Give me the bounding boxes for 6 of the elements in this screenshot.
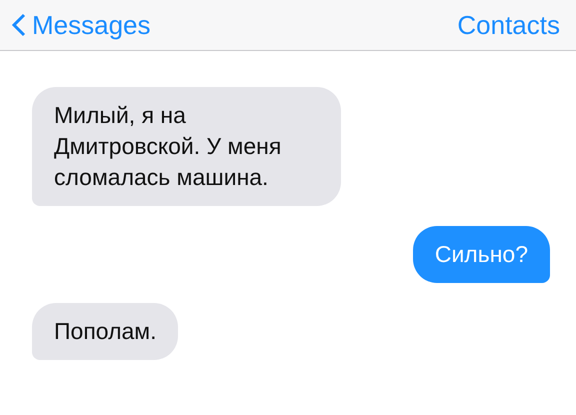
chevron-left-icon xyxy=(12,13,26,37)
incoming-message-bubble: Милый, я на Дмитровской. У меня сломалась машина. xyxy=(32,87,341,206)
back-button[interactable]: Messages xyxy=(12,10,150,40)
incoming-message-bubble: Пополам. xyxy=(32,303,178,360)
contacts-button[interactable]: Contacts xyxy=(457,10,560,40)
outgoing-message-bubble: Сильно? xyxy=(412,226,550,283)
